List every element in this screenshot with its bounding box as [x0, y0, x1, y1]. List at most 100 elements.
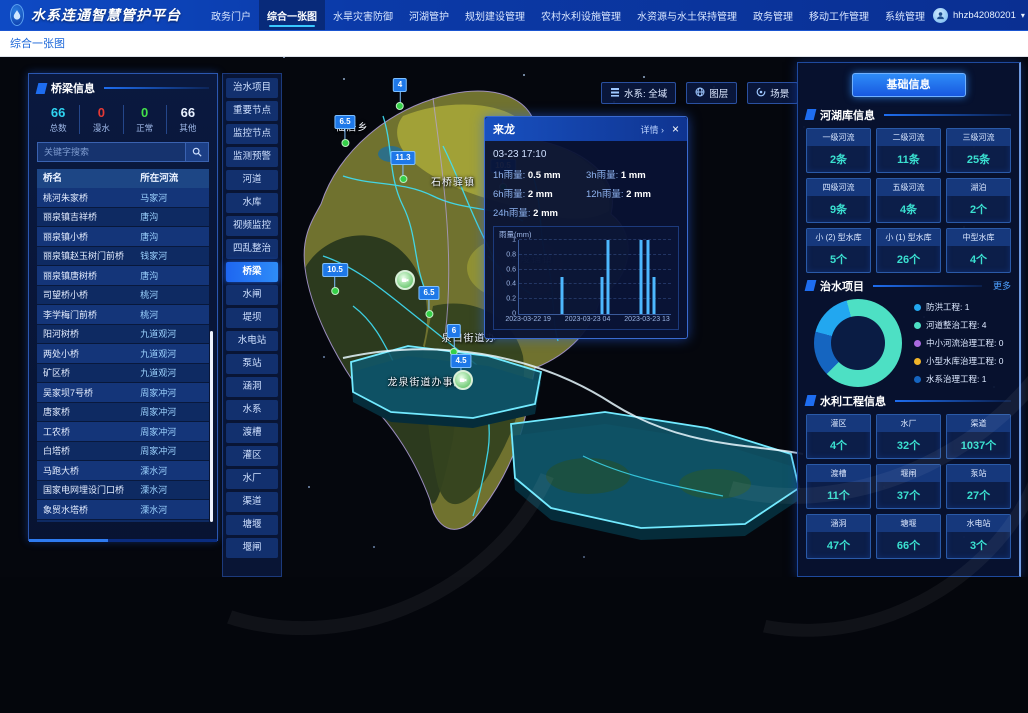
breadcrumb[interactable]: 综合一张图: [10, 35, 65, 51]
river-cell: 唐沟: [140, 230, 209, 243]
card-value: 26个: [877, 251, 940, 267]
chart-y-tick: 0.2: [500, 296, 516, 303]
metric-value: 2 mm: [528, 189, 553, 200]
table-row[interactable]: 丽泉镇赵玉树门前桥钱家河: [37, 247, 209, 267]
layer-menu-item-15[interactable]: 水系: [226, 400, 278, 420]
table-row[interactable]: 马跑大桥溧水河: [37, 461, 209, 481]
layer-menu-item-5[interactable]: 河道: [226, 170, 278, 190]
marker-pin-dot: [331, 287, 339, 295]
works-section-title: 水利工程信息: [820, 393, 886, 409]
card-label: 小 (1) 型水库: [877, 229, 940, 246]
map-control-3[interactable]: 场景: [747, 82, 798, 104]
search-input[interactable]: [37, 142, 186, 162]
layer-menu-item-17[interactable]: 灌区: [226, 446, 278, 466]
rivers-section-title: 河湖库信息: [820, 107, 875, 123]
work-card: 水厂32个: [876, 414, 941, 459]
map-control-2[interactable]: 图层: [686, 82, 737, 104]
table-row[interactable]: 国家电网埋设门口桥溧水河: [37, 481, 209, 501]
layer-menu-item-9[interactable]: 桥梁: [226, 262, 278, 282]
station-marker[interactable]: 6.5: [334, 115, 355, 147]
stat-value: 0: [80, 105, 122, 120]
nav-item-3[interactable]: 水旱灾害防御: [325, 0, 401, 30]
map-control-label: 图层: [709, 86, 728, 100]
station-marker[interactable]: 4: [393, 78, 407, 110]
layer-menu-item-14[interactable]: 涵洞: [226, 377, 278, 397]
layer-menu-item-2[interactable]: 重要节点: [226, 101, 278, 121]
nav-item-8[interactable]: 政务管理: [745, 0, 801, 30]
nav-item-10[interactable]: 系统管理: [877, 0, 933, 30]
layer-menu-item-18[interactable]: 水厂: [226, 469, 278, 489]
layer-menu-item-6[interactable]: 水库: [226, 193, 278, 213]
close-icon[interactable]: ×: [672, 123, 679, 135]
globe-icon: [695, 87, 705, 100]
info-panel: 基础信息 河湖库信息 一级河流2条二级河流11条三级河流25条四级河流9条五级河…: [797, 62, 1021, 577]
table-row[interactable]: 椿亭5号泄洪桥溧水河: [37, 520, 209, 523]
table-row[interactable]: 桃河朱家桥马家河: [37, 188, 209, 208]
station-marker[interactable]: 6.5: [418, 286, 439, 318]
station-marker[interactable]: 11.3: [390, 151, 415, 183]
section-line: [884, 114, 1011, 116]
camera-marker[interactable]: [395, 270, 415, 290]
nav-item-5[interactable]: 规划建设管理: [457, 0, 533, 30]
river-cell: 溧水河: [140, 464, 209, 477]
chart-y-tick: 1: [500, 237, 516, 244]
metric-label: 12h雨量:: [586, 189, 626, 200]
table-row[interactable]: 丽泉镇吉祥桥唐沟: [37, 208, 209, 228]
layer-menu-item-20[interactable]: 塘堰: [226, 515, 278, 535]
layer-menu-item-16[interactable]: 渡槽: [226, 423, 278, 443]
layer-menu-item-8[interactable]: 四乱整治: [226, 239, 278, 259]
table-row[interactable]: 丽泉镇唐树桥唐沟: [37, 266, 209, 286]
layer-menu-item-21[interactable]: 堰闸: [226, 538, 278, 558]
layer-menu-item-4[interactable]: 监测预警: [226, 147, 278, 167]
table-scrollbar[interactable]: [210, 331, 213, 522]
layer-menu-item-1[interactable]: 治水项目: [226, 78, 278, 98]
camera-marker[interactable]: [453, 370, 473, 390]
table-row[interactable]: 矿区桥九道观河: [37, 364, 209, 384]
layer-menu-item-12[interactable]: 水电站: [226, 331, 278, 351]
table-row[interactable]: 工农桥周家冲河: [37, 422, 209, 442]
nav-item-7[interactable]: 水资源与水土保持管理: [629, 0, 745, 30]
section-line: [873, 285, 982, 287]
table-row[interactable]: 两处小桥九道观河: [37, 344, 209, 364]
table-row[interactable]: 司望桥小桥桃河: [37, 286, 209, 306]
station-marker[interactable]: 10.5: [322, 263, 348, 295]
popup-detail-link[interactable]: 详情 ›: [640, 123, 664, 136]
stat-value: 0: [124, 105, 166, 120]
section-accent: [805, 109, 817, 120]
card-label: 泵站: [947, 465, 1010, 482]
nav-item-6[interactable]: 农村水利设施管理: [533, 0, 629, 30]
user-menu[interactable]: hhzb42080201 ▾: [933, 8, 1025, 23]
table-row[interactable]: 白塔桥周家冲河: [37, 442, 209, 462]
nav-item-9[interactable]: 移动工作管理: [801, 0, 877, 30]
layer-menu-item-10[interactable]: 水闸: [226, 285, 278, 305]
more-link[interactable]: 更多: [993, 279, 1011, 292]
layer-menu-item-13[interactable]: 泵站: [226, 354, 278, 374]
layer-menu-item-3[interactable]: 监控节点: [226, 124, 278, 144]
nav-item-4[interactable]: 河湖管护: [401, 0, 457, 30]
table-row[interactable]: 象贸水塔桥溧水河: [37, 500, 209, 520]
basic-info-button[interactable]: 基础信息: [852, 73, 966, 97]
layer-menu-item-19[interactable]: 渠道: [226, 492, 278, 512]
app-header: 水系连通智慧管护平台 政务门户综合一张图水旱灾害防御河湖管护规划建设管理农村水利…: [0, 0, 1028, 31]
table-row[interactable]: 丽泉镇小桥唐沟: [37, 227, 209, 247]
layer-menu-item-11[interactable]: 堤坝: [226, 308, 278, 328]
river-cell: 唐沟: [140, 269, 209, 282]
nav-item-1[interactable]: 政务门户: [203, 0, 259, 30]
search-button[interactable]: [186, 142, 209, 162]
chevron-down-icon: ▾: [1021, 11, 1025, 20]
section-accent: [805, 395, 817, 406]
table-row[interactable]: 阳河树桥九道观河: [37, 325, 209, 345]
nav-item-2[interactable]: 综合一张图: [259, 0, 325, 30]
layer-menu-item-7[interactable]: 视频监控: [226, 216, 278, 236]
river-cell: 钱家河: [140, 249, 209, 262]
map-control-1[interactable]: 水系: 全域: [601, 82, 676, 104]
camera-icon: [459, 376, 467, 384]
card-label: 灌区: [807, 415, 870, 432]
table-row[interactable]: 李学梅门前桥桃河: [37, 305, 209, 325]
river-cell: 九道观河: [140, 347, 209, 360]
card-value: 2条: [807, 151, 870, 167]
station-marker[interactable]: 6: [447, 324, 461, 356]
table-row[interactable]: 吴家坝7号桥周家冲河: [37, 383, 209, 403]
table-row[interactable]: 唐家桥周家冲河: [37, 403, 209, 423]
metric-value: 0.5 mm: [528, 170, 561, 181]
